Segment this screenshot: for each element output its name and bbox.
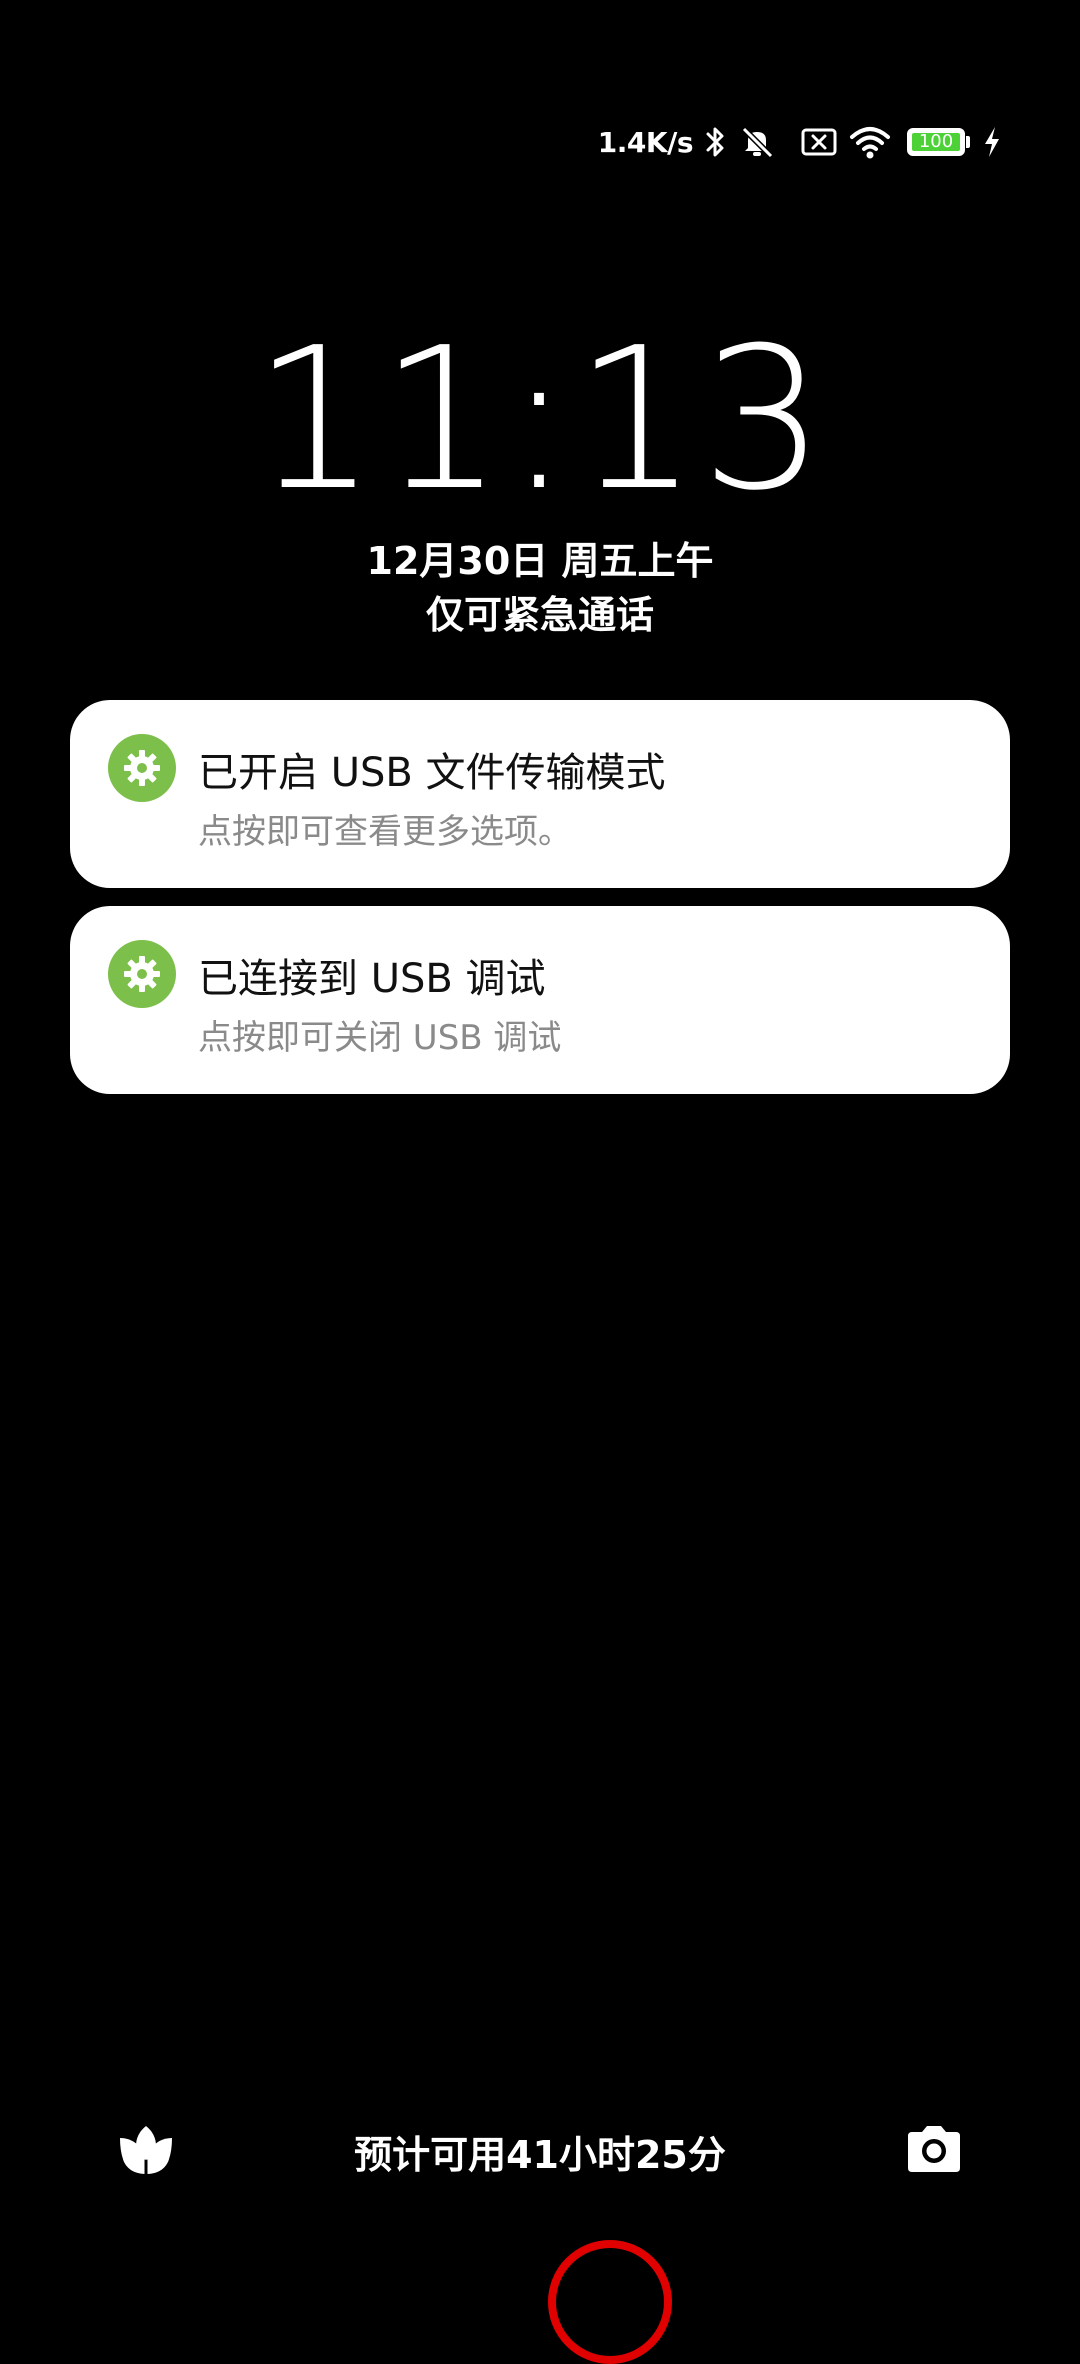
charging-icon: [982, 125, 1002, 159]
settings-gear-icon: [108, 940, 176, 1008]
camera-icon[interactable]: [904, 2122, 964, 2176]
status-bar: 1.4K/s 100: [598, 118, 1002, 166]
battery-icon: 100: [907, 128, 970, 156]
emergency-call-only-text: 仅可紧急通话: [425, 593, 654, 637]
notification-usb-file-transfer[interactable]: 已开启 USB 文件传输模式 点按即可查看更多选项。: [70, 700, 1010, 888]
lockscreen-clock: 11:13: [252, 306, 828, 534]
notification-title: 已开启 USB 文件传输模式: [198, 750, 666, 796]
notification-subtitle: 点按即可关闭 USB 调试: [198, 1018, 562, 1058]
lockscreen-date: 12月30日 周五上午: [366, 539, 714, 583]
notification-subtitle: 点按即可查看更多选项。: [198, 812, 572, 852]
bluetooth-icon: [705, 125, 727, 159]
settings-gear-icon: [108, 734, 176, 802]
sim-missing-icon: [801, 127, 837, 157]
touch-indicator: [548, 2240, 672, 2364]
notification-usb-debugging[interactable]: 已连接到 USB 调试 点按即可关闭 USB 调试: [70, 906, 1010, 1094]
battery-level: 100: [918, 131, 954, 152]
wifi-icon: [849, 124, 891, 160]
network-speed: 1.4K/s: [597, 125, 694, 159]
notification-title: 已连接到 USB 调试: [198, 956, 546, 1002]
alarm-off-icon: [739, 124, 775, 160]
